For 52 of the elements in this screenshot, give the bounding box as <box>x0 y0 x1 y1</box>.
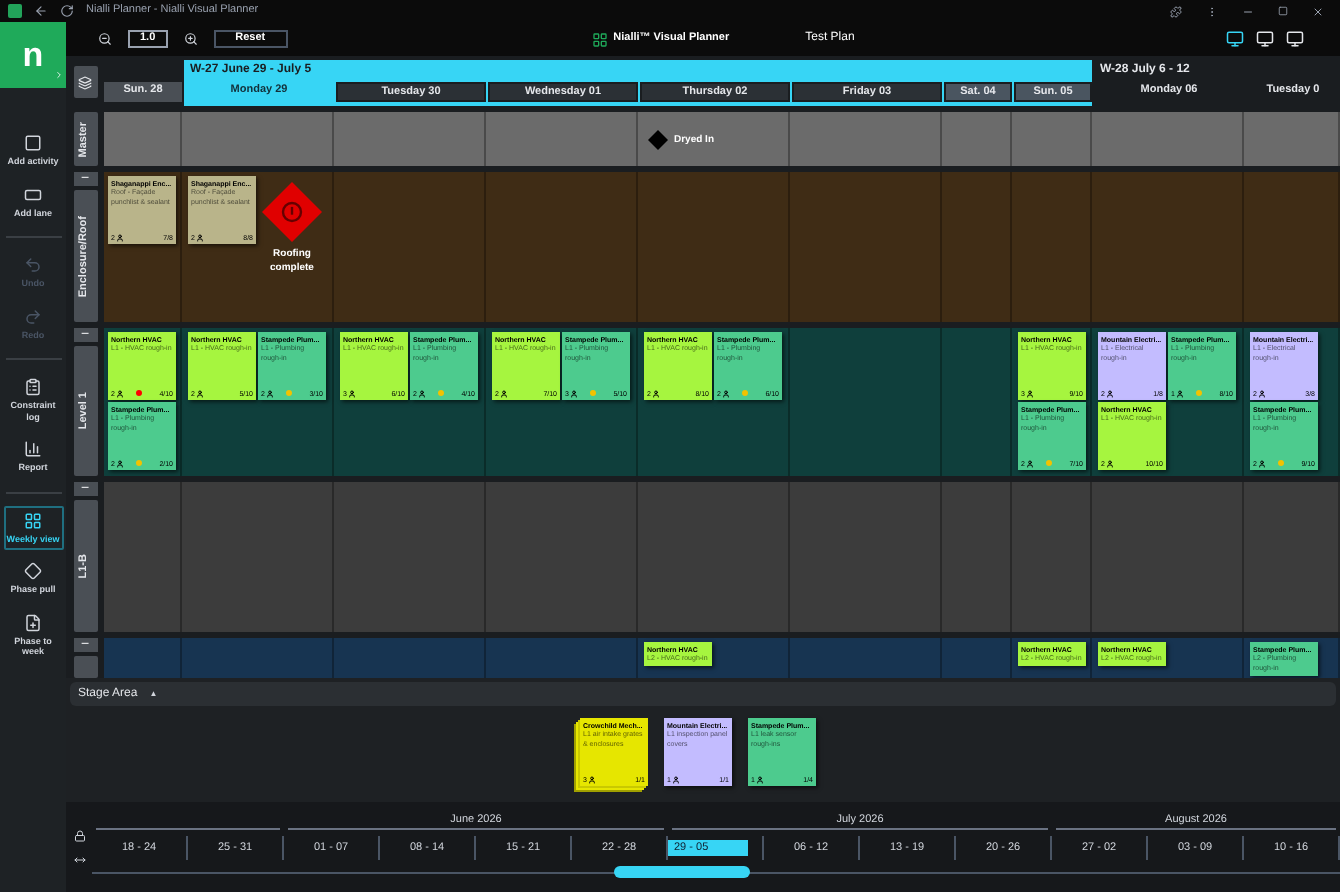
close-icon[interactable] <box>1312 5 1324 17</box>
arrows-icon[interactable] <box>73 853 85 865</box>
maximize-icon[interactable] <box>1278 6 1288 16</box>
person-icon <box>588 775 597 783</box>
sidebar-icon <box>24 562 42 580</box>
person-icon <box>418 389 427 397</box>
person-icon <box>500 389 509 397</box>
minimize-icon[interactable] <box>1242 5 1254 17</box>
extension-icon[interactable] <box>1170 5 1182 17</box>
diamond-icon[interactable] <box>648 130 668 150</box>
monitor-icon[interactable] <box>1256 30 1274 48</box>
logo-icon <box>591 31 608 47</box>
person-icon <box>1106 389 1115 397</box>
person-icon <box>652 389 661 397</box>
person-icon <box>1026 459 1035 467</box>
lock-icon[interactable] <box>73 829 85 841</box>
sidebar-icon <box>24 511 42 529</box>
sidebar-icon <box>24 185 42 203</box>
person-icon <box>266 389 275 397</box>
person-icon <box>1258 459 1267 467</box>
person-icon <box>570 389 579 397</box>
sidebar-icon <box>24 134 42 152</box>
person-icon <box>1176 389 1185 397</box>
monitor-icon[interactable] <box>1226 30 1244 48</box>
scroll-thumb[interactable] <box>614 866 750 878</box>
sidebar-icon <box>24 307 42 325</box>
back-icon[interactable] <box>34 4 48 18</box>
person-icon <box>116 459 125 467</box>
person-icon <box>116 389 125 397</box>
person-icon <box>196 233 205 241</box>
monitor-icon[interactable] <box>1286 30 1304 48</box>
logo-letter: n <box>22 38 44 72</box>
person-icon <box>1258 389 1267 397</box>
person-icon <box>196 389 205 397</box>
sidebar-icon <box>24 378 42 396</box>
person-icon <box>116 233 125 241</box>
zoom-in-icon[interactable] <box>183 32 198 46</box>
person-icon <box>722 389 731 397</box>
view-toggle[interactable] <box>73 66 97 98</box>
person-icon <box>756 775 765 783</box>
sidebar-icon <box>24 613 42 631</box>
refresh-icon[interactable] <box>60 4 74 18</box>
zoom-out-icon[interactable] <box>98 32 112 46</box>
app-icon <box>8 4 22 18</box>
layers-icon <box>78 75 92 89</box>
sidebar-icon <box>24 256 42 274</box>
person-icon <box>672 775 681 783</box>
person-icon <box>1106 459 1115 467</box>
sidebar-icon <box>24 440 42 458</box>
person-icon <box>1026 389 1035 397</box>
alert-diamond-icon[interactable] <box>262 182 322 242</box>
person-icon <box>348 389 357 397</box>
